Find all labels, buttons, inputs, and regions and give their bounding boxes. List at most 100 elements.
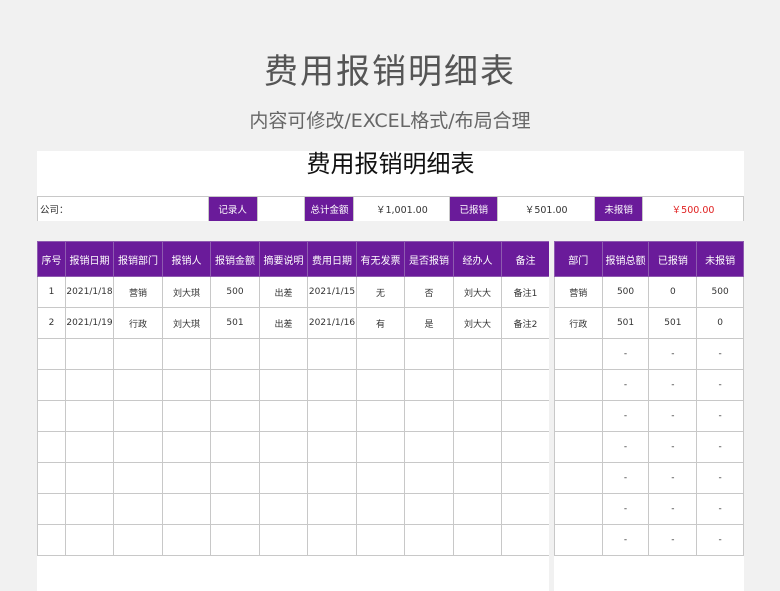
expense-cell[interactable] [210,400,260,432]
summary-cell[interactable] [554,338,603,370]
expense-cell[interactable] [37,338,66,370]
expense-cell[interactable] [404,400,454,432]
summary-cell[interactable]: - [601,493,650,525]
expense-cell[interactable]: 2021/1/19 [65,307,114,339]
summary-cell[interactable]: - [648,493,698,525]
expense-cell[interactable]: 是 [404,307,454,339]
expense-cell[interactable]: 行政 [113,307,163,339]
expense-cell[interactable]: 无 [356,276,405,308]
summary-cell[interactable]: 501 [601,307,650,339]
expense-cell[interactable] [162,369,211,401]
expense-cell[interactable] [113,338,163,370]
expense-cell[interactable] [404,369,454,401]
expense-cell[interactable]: 2021/1/15 [307,276,357,308]
expense-cell[interactable] [113,493,163,525]
summary-cell[interactable]: - [648,431,698,463]
expense-cell[interactable]: 1 [37,276,66,308]
expense-cell[interactable] [356,338,405,370]
expense-cell[interactable] [501,400,550,432]
summary-cell[interactable]: - [696,524,744,556]
expense-cell[interactable] [65,400,114,432]
expense-cell[interactable] [453,493,502,525]
expense-cell[interactable] [162,400,211,432]
expense-cell[interactable]: 备注1 [501,276,550,308]
expense-cell[interactable] [162,524,211,556]
expense-cell[interactable] [210,369,260,401]
summary-cell[interactable]: - [696,400,744,432]
reimbursed-value[interactable]: ￥501.00 [497,196,596,222]
summary-cell[interactable]: - [601,400,650,432]
summary-cell[interactable] [554,462,603,494]
expense-cell[interactable]: 刘大大 [453,307,502,339]
expense-cell[interactable] [307,369,357,401]
summary-cell[interactable]: 营销 [554,276,603,308]
summary-cell[interactable]: - [601,431,650,463]
expense-cell[interactable] [356,524,405,556]
expense-cell[interactable]: 2021/1/18 [65,276,114,308]
expense-cell[interactable] [356,493,405,525]
expense-cell[interactable] [307,493,357,525]
expense-cell[interactable]: 出差 [259,276,308,308]
expense-cell[interactable] [307,431,357,463]
expense-cell[interactable] [210,462,260,494]
expense-cell[interactable] [501,493,550,525]
expense-cell[interactable] [453,369,502,401]
summary-cell[interactable]: - [696,338,744,370]
expense-cell[interactable] [259,493,308,525]
summary-cell[interactable]: - [696,369,744,401]
expense-cell[interactable] [259,400,308,432]
expense-cell[interactable] [259,338,308,370]
expense-cell[interactable] [162,462,211,494]
expense-cell[interactable] [259,431,308,463]
expense-cell[interactable] [113,524,163,556]
expense-cell[interactable]: 有 [356,307,405,339]
expense-cell[interactable] [356,369,405,401]
expense-cell[interactable] [356,400,405,432]
expense-cell[interactable] [453,338,502,370]
expense-cell[interactable] [37,431,66,463]
expense-cell[interactable] [65,462,114,494]
expense-cell[interactable] [65,431,114,463]
expense-cell[interactable] [37,400,66,432]
expense-cell[interactable] [162,431,211,463]
expense-cell[interactable]: 出差 [259,307,308,339]
summary-cell[interactable]: 0 [648,276,698,308]
expense-cell[interactable] [259,369,308,401]
expense-cell[interactable] [404,524,454,556]
expense-cell[interactable]: 否 [404,276,454,308]
expense-cell[interactable] [453,524,502,556]
summary-cell[interactable]: 500 [696,276,744,308]
expense-cell[interactable] [404,338,454,370]
expense-cell[interactable] [162,493,211,525]
expense-cell[interactable] [307,524,357,556]
expense-cell[interactable] [162,338,211,370]
expense-cell[interactable] [65,493,114,525]
summary-cell[interactable]: 0 [696,307,744,339]
expense-cell[interactable] [501,462,550,494]
recorder-value[interactable] [256,196,306,222]
expense-cell[interactable] [501,369,550,401]
expense-cell[interactable] [113,400,163,432]
summary-cell[interactable] [554,493,603,525]
expense-cell[interactable] [404,493,454,525]
summary-cell[interactable]: - [696,462,744,494]
summary-cell[interactable]: - [601,369,650,401]
expense-cell[interactable] [453,400,502,432]
expense-cell[interactable] [259,524,308,556]
expense-cell[interactable] [501,524,550,556]
expense-cell[interactable] [65,524,114,556]
expense-cell[interactable] [210,493,260,525]
summary-cell[interactable]: - [648,338,698,370]
summary-cell[interactable]: - [601,462,650,494]
expense-cell[interactable] [37,462,66,494]
summary-cell[interactable]: - [648,524,698,556]
expense-cell[interactable]: 刘大大 [453,276,502,308]
summary-cell[interactable]: 行政 [554,307,603,339]
expense-cell[interactable] [37,493,66,525]
expense-cell[interactable]: 刘大琪 [162,307,211,339]
expense-cell[interactable] [307,338,357,370]
summary-cell[interactable] [554,524,603,556]
expense-cell[interactable] [356,431,405,463]
total-value[interactable]: ￥1,001.00 [353,196,451,222]
expense-cell[interactable] [113,431,163,463]
